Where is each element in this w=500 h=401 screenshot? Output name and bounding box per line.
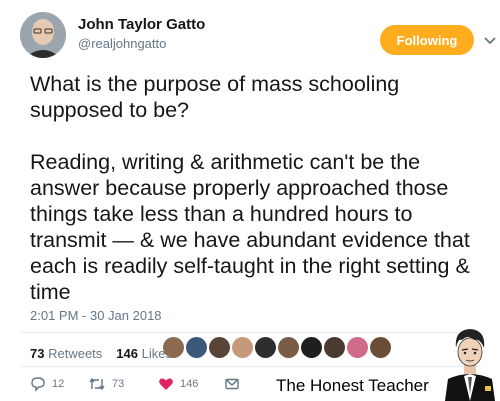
message-icon xyxy=(225,378,239,390)
watermark-text: The Honest Teacher xyxy=(276,376,429,395)
reply-icon xyxy=(31,377,45,392)
liker-avatars xyxy=(163,337,391,358)
following-button[interactable]: Following xyxy=(380,25,474,55)
liker-avatar[interactable] xyxy=(209,337,230,358)
tweet-actions: 12 73 146 xyxy=(30,376,260,396)
retweet-action[interactable]: 73 xyxy=(88,376,124,392)
display-name[interactable]: John Taylor Gatto xyxy=(78,16,205,33)
reply-action[interactable]: 12 xyxy=(30,376,64,392)
message-action[interactable] xyxy=(224,376,240,392)
tweet-text: What is the purpose of mass schooling su… xyxy=(30,72,470,304)
reply-count: 12 xyxy=(52,378,65,390)
liker-avatar[interactable] xyxy=(278,337,299,358)
liker-avatar[interactable] xyxy=(301,337,322,358)
retweets-stat[interactable]: 73 Retweets xyxy=(30,346,102,361)
liker-avatar[interactable] xyxy=(370,337,391,358)
liker-avatar[interactable] xyxy=(347,337,368,358)
retweet-icon xyxy=(89,377,105,391)
user-handle[interactable]: @realjohngatto xyxy=(78,36,166,51)
retweets-label: Retweets xyxy=(48,346,103,361)
divider xyxy=(20,332,480,333)
avatar[interactable] xyxy=(20,12,66,58)
likes-count: 146 xyxy=(116,346,138,361)
liker-avatar[interactable] xyxy=(324,337,345,358)
liker-avatar[interactable] xyxy=(232,337,253,358)
retweets-count: 73 xyxy=(30,346,45,361)
tweet-header: John Taylor Gatto @realjohngatto Followi… xyxy=(10,10,496,62)
tweet-timestamp[interactable]: 2:01 PM - 30 Jan 2018 xyxy=(30,308,162,323)
like-count: 146 xyxy=(180,378,199,390)
retweet-count: 73 xyxy=(112,378,125,390)
liker-avatar[interactable] xyxy=(163,337,184,358)
engagement-stats: 73 Retweets 146 Likes xyxy=(30,346,172,361)
chevron-down-icon[interactable] xyxy=(482,32,498,48)
like-action[interactable]: 146 xyxy=(158,376,198,392)
liker-avatar[interactable] xyxy=(255,337,276,358)
heart-icon xyxy=(159,378,173,390)
liker-avatar[interactable] xyxy=(186,337,207,358)
watermark-character-illustration xyxy=(445,329,495,401)
divider xyxy=(20,366,480,367)
